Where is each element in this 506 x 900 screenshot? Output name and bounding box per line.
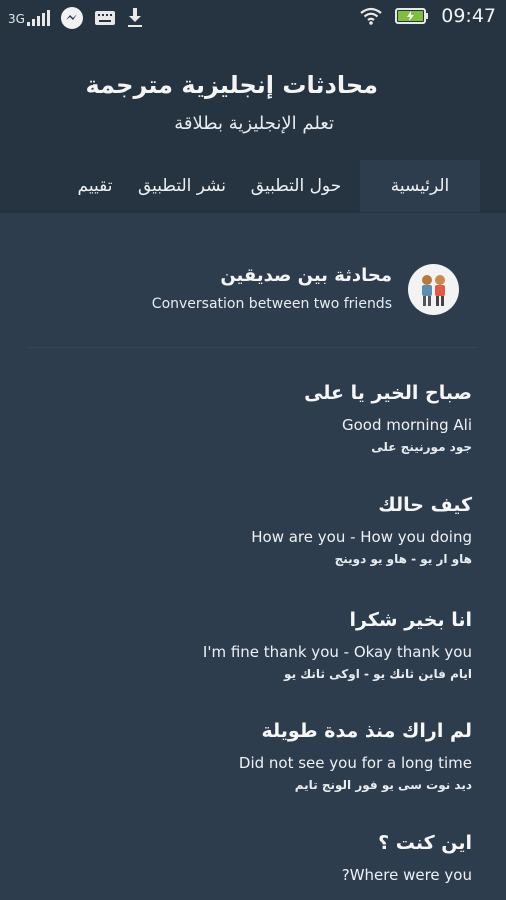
phrase-transliteration: جود مورنينج على xyxy=(371,440,472,454)
phrase-item: صباح الخير يا على Good morning Ali جود م… xyxy=(304,382,472,454)
signal-icon: 3G xyxy=(8,10,50,26)
phrase-arabic: لم اراك منذ مدة طويلة xyxy=(261,720,472,742)
phrase-english: I'm fine thank you - Okay thank you xyxy=(202,643,472,661)
app-title: محادثات إنجليزية مترجمة xyxy=(85,71,379,99)
tab-home[interactable]: الرئيسية xyxy=(360,160,480,212)
tab-share-label: نشر التطبيق xyxy=(137,176,227,196)
phrase-english: Did not see you for a long time xyxy=(238,754,472,772)
phrase-english: How are you - How you doing xyxy=(251,528,472,546)
keyboard-icon xyxy=(94,11,115,25)
battery-icon xyxy=(395,8,429,24)
phrase-item: كيف حالك How are you - How you doing هاو… xyxy=(251,494,472,566)
tab-home-label: الرئيسية xyxy=(390,176,450,196)
phrase-arabic: اين كنت ؟ xyxy=(378,832,472,854)
phrase-arabic: كيف حالك xyxy=(378,494,472,516)
conversation-title: محادثة بين صديقين xyxy=(220,265,392,286)
conversation-subtitle: Conversation between two friends xyxy=(151,296,392,312)
phrase-transliteration: ايام فاين ثانك يو - اوكى ثانك يو xyxy=(284,667,472,681)
tab-rate-label: تقييم xyxy=(77,176,113,196)
clock: 09:47 xyxy=(441,5,496,27)
two-friends-icon xyxy=(408,264,459,315)
tab-about[interactable]: حول التطبيق xyxy=(242,160,350,212)
phrase-english: Good morning Ali xyxy=(341,416,472,434)
network-type: 3G xyxy=(8,12,25,26)
phrase-item: اين كنت ؟ ?Where were you xyxy=(342,832,472,884)
tab-rate[interactable]: تقييم xyxy=(66,160,124,212)
app-subtitle: تعلم الإنجليزية بطلاقة xyxy=(174,113,334,134)
phrase-english: ?Where were you xyxy=(341,866,472,884)
phrase-item: لم اراك منذ مدة طويلة Did not see you fo… xyxy=(239,720,472,792)
phrase-transliteration: ديد نوت سى يو فور الونج تايم xyxy=(294,778,472,792)
wifi-icon xyxy=(360,7,382,25)
phrase-arabic: صباح الخير يا على xyxy=(304,382,472,404)
download-icon xyxy=(127,8,142,27)
phrase-arabic: انا بخير شكرا xyxy=(349,609,472,631)
messenger-icon xyxy=(60,7,83,29)
status-bar: 3G 09:47 xyxy=(0,0,506,33)
app-header: محادثات إنجليزية مترجمة تعلم الإنجليزية … xyxy=(0,33,506,213)
tab-share[interactable]: نشر التطبيق xyxy=(132,160,232,212)
phrase-item: انا بخير شكرا I'm fine thank you - Okay … xyxy=(203,609,472,681)
divider xyxy=(28,347,478,348)
phrase-transliteration: هاو ار يو - هاو يو دوينج xyxy=(334,552,472,566)
tab-about-label: حول التطبيق xyxy=(250,176,342,196)
